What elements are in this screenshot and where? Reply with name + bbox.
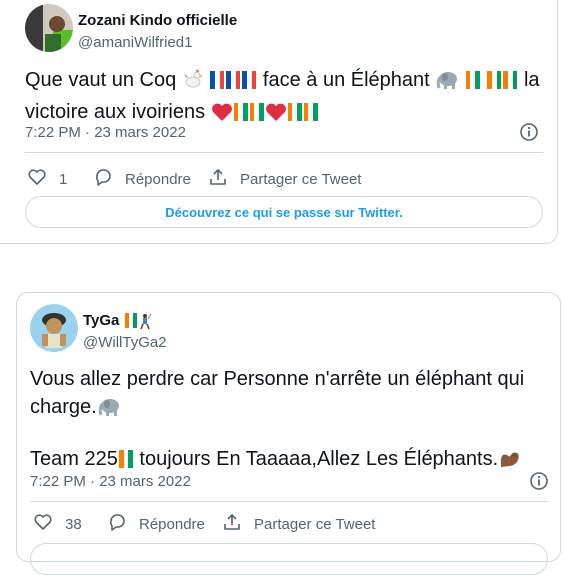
rooster-emoji <box>182 68 204 98</box>
tweet-text-line: charge. <box>30 393 550 425</box>
info-icon[interactable] <box>519 122 539 142</box>
like-count: 38 <box>65 515 82 533</box>
reply-button[interactable]: Répondre <box>93 167 191 191</box>
reply-icon <box>93 167 125 191</box>
tweet-card-2[interactable]: TyGa @WillTyGa2 Vous allez perdre car Pe… <box>16 292 561 575</box>
avatar[interactable] <box>25 4 73 52</box>
like-button[interactable]: 1 <box>27 167 67 191</box>
tweet-text-line: Vous allez perdre car Personne n'arrête … <box>30 365 550 393</box>
profile-photo <box>25 4 73 52</box>
heart-icon <box>27 167 59 191</box>
ivory-coast-flag <box>118 448 133 468</box>
ivory-coast-flag <box>465 69 480 89</box>
heart-emoji <box>265 102 287 130</box>
tweet-text-part: charge. <box>30 396 97 418</box>
like-button[interactable]: 38 <box>33 512 82 536</box>
share-button[interactable]: Partager ce Tweet <box>222 512 375 536</box>
reply-button[interactable]: Répondre <box>107 512 205 536</box>
tweet-text-part: Vous allez perdre car Personne n'arrête … <box>30 368 525 390</box>
display-name[interactable]: Zozani Kindo officielle <box>78 12 237 29</box>
tweet-timestamp[interactable]: 7:22 PM · 23 mars 2022 <box>25 124 186 141</box>
user-handle[interactable]: @WillTyGa2 <box>83 334 167 351</box>
tweet-text-part: Team 225 <box>30 448 118 470</box>
share-label: Partager ce Tweet <box>254 515 376 533</box>
heart-icon <box>33 512 65 536</box>
share-button[interactable]: Partager ce Tweet <box>208 167 361 191</box>
tweet-text-part: Que vaut un Coq <box>25 69 177 91</box>
ivory-coast-flag <box>287 101 302 121</box>
info-icon[interactable] <box>529 471 549 491</box>
discover-twitter-button[interactable]: Découvrez ce qui se passe sur Twitter. <box>25 196 543 228</box>
reply-icon <box>107 512 139 536</box>
france-flag <box>242 69 257 89</box>
ivory-coast-flag <box>503 69 518 89</box>
tweet-text: Vous allez perdre car Personne n'arrête … <box>30 365 550 477</box>
divider <box>30 501 548 502</box>
ivory-coast-flag <box>124 313 137 328</box>
elephant-emoji <box>97 395 121 425</box>
france-flag <box>210 69 225 89</box>
ivory-coast-flag <box>249 101 264 121</box>
share-label: Partager ce Tweet <box>240 170 362 188</box>
ivory-coast-flag <box>303 101 318 121</box>
share-icon <box>222 512 254 536</box>
profile-photo <box>30 304 78 352</box>
golfer-emoji <box>138 313 152 333</box>
elephant-emoji <box>435 68 459 98</box>
tweet-timestamp[interactable]: 7:22 PM · 23 mars 2022 <box>30 473 191 490</box>
ivory-coast-flag <box>487 69 502 89</box>
reply-label: Répondre <box>139 515 205 533</box>
france-flag <box>226 69 241 89</box>
flexed-biceps-emoji <box>498 447 522 477</box>
display-name-text: TyGa <box>83 312 120 329</box>
display-name[interactable]: TyGa <box>83 312 152 333</box>
user-handle[interactable]: @amaniWilfried1 <box>78 34 192 51</box>
tweet-text-part: toujours En Taaaaa,Allez Les Éléphants. <box>139 448 499 470</box>
like-count: 1 <box>59 170 68 188</box>
tweet-text-part: face à un Éléphant <box>262 69 430 91</box>
reply-label: Répondre <box>125 170 191 188</box>
tweet-card-1[interactable]: Zozani Kindo officielle @amaniWilfried1 … <box>0 0 558 244</box>
divider <box>25 152 543 153</box>
share-icon <box>208 167 240 191</box>
avatar[interactable] <box>30 304 78 352</box>
tweet-text: Que vaut un Coq face à un Éléphant la vi… <box>25 66 545 130</box>
ivory-coast-flag <box>233 101 248 121</box>
discover-twitter-button[interactable] <box>30 543 548 575</box>
heart-emoji <box>211 102 233 130</box>
